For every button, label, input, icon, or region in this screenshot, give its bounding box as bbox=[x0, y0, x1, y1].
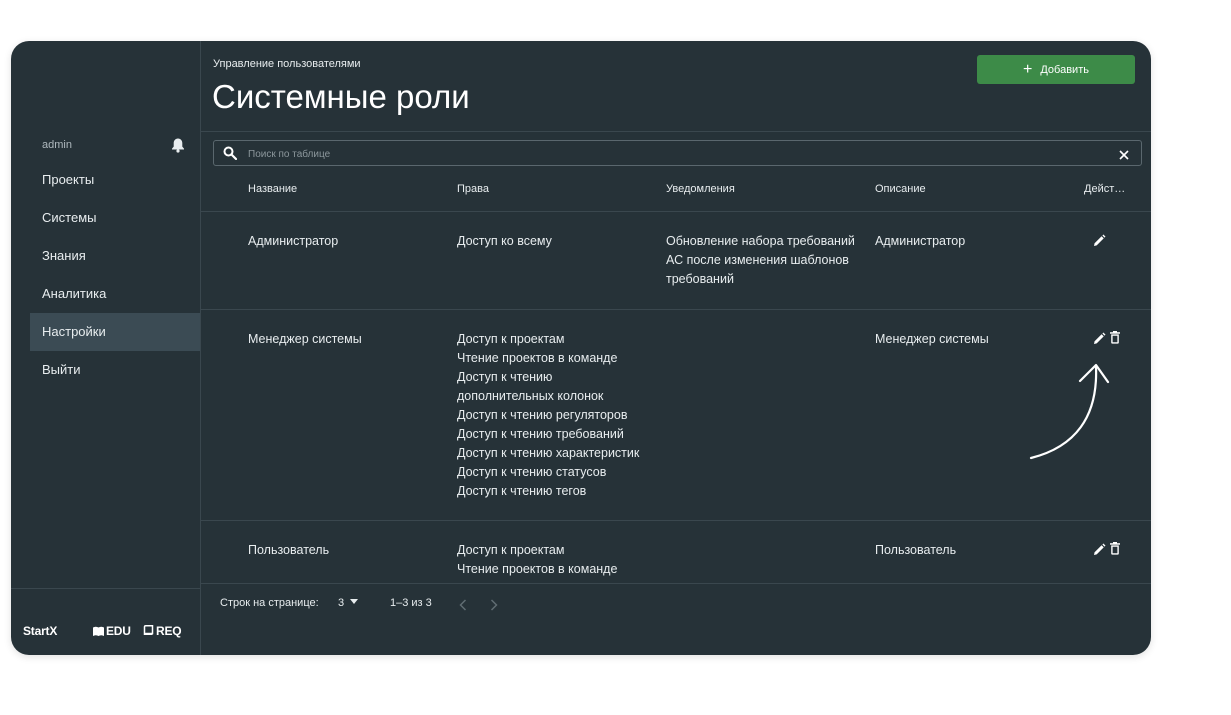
rows-per-page-value: 3 bbox=[338, 597, 345, 609]
row-right-item: Доступ к чтению характеристик bbox=[457, 446, 640, 460]
row-divider bbox=[201, 520, 1151, 521]
row-right-item: Доступ к чтению статусов bbox=[457, 465, 607, 479]
row-notification-line: требований bbox=[666, 272, 734, 286]
column-header-name[interactable]: Название bbox=[248, 183, 297, 195]
row-right-item: Доступ к чтению тегов bbox=[457, 484, 587, 498]
caret-down-icon bbox=[350, 599, 359, 604]
plus-icon: + bbox=[1023, 60, 1033, 78]
brand-req: REQ bbox=[143, 624, 182, 638]
column-header-actions[interactable]: Дейст… bbox=[1084, 183, 1125, 195]
row-right-item: Чтение проектов в команде bbox=[457, 351, 618, 365]
nav-item-knowledge[interactable]: Знания bbox=[30, 237, 200, 275]
row-notification-line: АС после изменения шаблонов bbox=[666, 253, 849, 267]
brand-req-label: REQ bbox=[156, 624, 182, 638]
header-divider bbox=[201, 131, 1151, 132]
row-right-item: Доступ к проектам bbox=[457, 543, 565, 557]
add-button[interactable]: + Добавить bbox=[977, 55, 1135, 84]
sidebar-nav: Проекты Системы Знания Аналитика Настрой… bbox=[30, 161, 200, 389]
trash-icon[interactable] bbox=[1110, 542, 1120, 560]
user-name: admin bbox=[42, 139, 72, 151]
brand-edu-label: EDU bbox=[106, 624, 131, 638]
close-icon[interactable] bbox=[1119, 147, 1129, 165]
search-box bbox=[213, 140, 1142, 166]
edit-icon[interactable] bbox=[1093, 332, 1106, 350]
breadcrumb[interactable]: Управление пользователями bbox=[213, 58, 361, 70]
page-title: Системные роли bbox=[212, 78, 470, 115]
pagination-divider bbox=[201, 583, 1151, 584]
row-name: Пользователь bbox=[248, 543, 330, 557]
row-right-item: Доступ ко всему bbox=[457, 234, 552, 248]
row-description: Менеджер системы bbox=[875, 332, 989, 346]
row-name: Менеджер системы bbox=[248, 332, 362, 346]
brand-edu: EDU bbox=[93, 624, 131, 638]
row-right-item: Доступ к чтению bbox=[457, 370, 553, 384]
pagination-range: 1–3 из 3 bbox=[390, 597, 432, 609]
row-name: Администратор bbox=[248, 234, 339, 248]
add-button-label: Добавить bbox=[1040, 63, 1089, 76]
nav-item-logout[interactable]: Выйти bbox=[30, 351, 200, 389]
annotation-arrow-icon bbox=[1029, 363, 1110, 460]
row-rights: Доступ ко всему bbox=[457, 232, 552, 251]
row-description: Администратор bbox=[875, 234, 966, 248]
column-header-description[interactable]: Описание bbox=[875, 183, 926, 195]
nav-item-analytics[interactable]: Аналитика bbox=[30, 275, 200, 313]
row-right-item: Доступ к чтению требований bbox=[457, 427, 624, 441]
book-icon bbox=[93, 626, 104, 636]
chevron-right-icon[interactable] bbox=[490, 598, 498, 616]
row-right-item: Чтение проектов в команде bbox=[457, 562, 618, 576]
row-rights: Доступ к проектам Чтение проектов в кома… bbox=[457, 330, 639, 501]
user-row: admin bbox=[42, 137, 185, 155]
row-right-item: дополнительных колонок bbox=[457, 389, 604, 403]
row-right-item: Доступ к чтению регуляторов bbox=[457, 408, 628, 422]
document-icon bbox=[143, 625, 154, 636]
app-window: admin Проекты Системы Знания Аналитика Н… bbox=[11, 41, 1151, 655]
table-header-divider bbox=[201, 211, 1151, 212]
column-header-notifications[interactable]: Уведомления bbox=[666, 183, 735, 195]
edit-icon[interactable] bbox=[1093, 543, 1106, 561]
row-rights: Доступ к проектам Чтение проектов в кома… bbox=[457, 541, 617, 579]
main-content: Управление пользователями Системные роли… bbox=[201, 41, 1151, 655]
edit-icon[interactable] bbox=[1093, 234, 1106, 252]
column-header-rights[interactable]: Права bbox=[457, 183, 489, 195]
row-notification-line: Обновление набора требований bbox=[666, 234, 855, 248]
sidebar: admin Проекты Системы Знания Аналитика Н… bbox=[11, 41, 201, 655]
rows-per-page-label: Строк на странице: bbox=[220, 597, 319, 609]
sidebar-footer: StartX EDU REQ bbox=[11, 588, 200, 655]
trash-icon[interactable] bbox=[1110, 331, 1120, 349]
bell-icon[interactable] bbox=[171, 137, 185, 153]
row-right-item: Доступ к проектам bbox=[457, 332, 565, 346]
row-divider bbox=[201, 309, 1151, 310]
row-description: Пользователь bbox=[875, 543, 957, 557]
nav-item-projects[interactable]: Проекты bbox=[30, 161, 200, 199]
nav-item-systems[interactable]: Системы bbox=[30, 199, 200, 237]
rows-per-page-select[interactable]: 3 bbox=[338, 597, 359, 609]
search-icon bbox=[223, 146, 238, 165]
search-input[interactable] bbox=[246, 144, 1110, 164]
chevron-left-icon[interactable] bbox=[459, 598, 467, 616]
row-notifications: Обновление набора требований АС после из… bbox=[666, 232, 855, 289]
brand-startx: StartX bbox=[23, 624, 58, 638]
nav-item-settings[interactable]: Настройки bbox=[30, 313, 200, 351]
